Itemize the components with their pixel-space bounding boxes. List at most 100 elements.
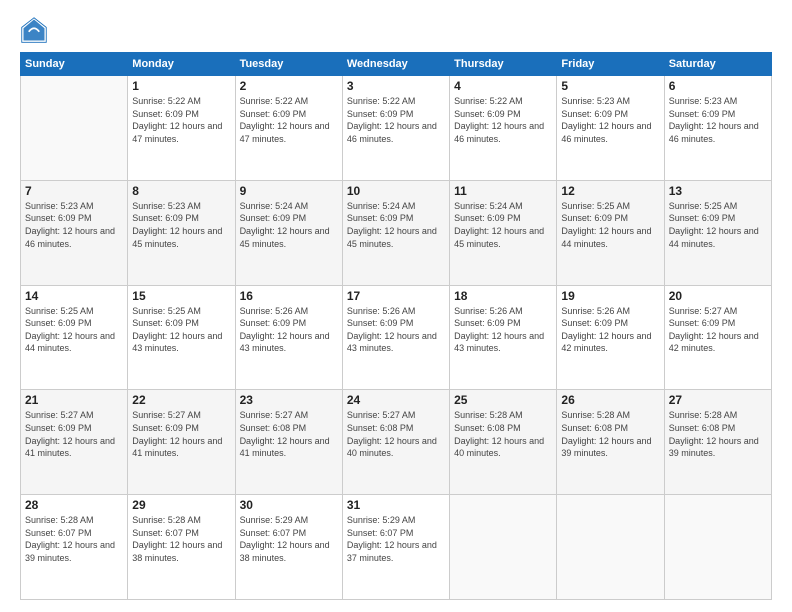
day-info: Sunrise: 5:29 AMSunset: 6:07 PMDaylight:…	[347, 514, 445, 564]
day-number: 10	[347, 184, 445, 198]
day-number: 24	[347, 393, 445, 407]
calendar-day-cell: 20Sunrise: 5:27 AMSunset: 6:09 PMDayligh…	[664, 285, 771, 390]
day-info: Sunrise: 5:23 AMSunset: 6:09 PMDaylight:…	[561, 95, 659, 145]
calendar-day-cell	[450, 495, 557, 600]
calendar-week-row: 7 Sunrise: 5:23 AMSunset: 6:09 PMDaylight…	[21, 180, 772, 285]
day-info: Sunrise: 5:25 AMSunset: 6:09 PMDaylight:…	[669, 200, 767, 250]
day-number: 1	[132, 79, 230, 93]
day-number: 15	[132, 289, 230, 303]
day-info: Sunrise: 5:27 AMSunset: 6:09 PMDaylight:…	[25, 409, 123, 459]
calendar-day-cell: 26 Sunrise: 5:28 AMSunset: 6:08 PMDayligh…	[557, 390, 664, 495]
calendar-day-cell: 24Sunrise: 5:27 AMSunset: 6:08 PMDayligh…	[342, 390, 449, 495]
day-info: Sunrise: 5:22 AMSunset: 6:09 PMDaylight:…	[240, 95, 338, 145]
weekday-header-monday: Monday	[128, 53, 235, 76]
day-info: Sunrise: 5:24 AMSunset: 6:09 PMDaylight:…	[454, 200, 552, 250]
calendar-day-cell: 21 Sunrise: 5:27 AMSunset: 6:09 PMDayligh…	[21, 390, 128, 495]
calendar-day-cell: 23 Sunrise: 5:27 AMSunset: 6:08 PMDayligh…	[235, 390, 342, 495]
day-number: 3	[347, 79, 445, 93]
day-info: Sunrise: 5:24 AMSunset: 6:09 PMDaylight:…	[347, 200, 445, 250]
page: SundayMondayTuesdayWednesdayThursdayFrid…	[0, 0, 792, 612]
calendar-day-cell: 13 Sunrise: 5:25 AMSunset: 6:09 PMDayligh…	[664, 180, 771, 285]
calendar-day-cell: 1Sunrise: 5:22 AMSunset: 6:09 PMDaylight…	[128, 76, 235, 181]
weekday-header-friday: Friday	[557, 53, 664, 76]
calendar-day-cell: 8Sunrise: 5:23 AMSunset: 6:09 PMDaylight…	[128, 180, 235, 285]
calendar-day-cell: 16Sunrise: 5:26 AMSunset: 6:09 PMDayligh…	[235, 285, 342, 390]
day-number: 18	[454, 289, 552, 303]
calendar-day-cell: 5 Sunrise: 5:23 AMSunset: 6:09 PMDaylight…	[557, 76, 664, 181]
day-info: Sunrise: 5:23 AMSunset: 6:09 PMDaylight:…	[132, 200, 230, 250]
day-info: Sunrise: 5:23 AMSunset: 6:09 PMDaylight:…	[25, 200, 123, 250]
day-info: Sunrise: 5:25 AMSunset: 6:09 PMDaylight:…	[132, 305, 230, 355]
calendar-day-cell	[21, 76, 128, 181]
day-info: Sunrise: 5:26 AMSunset: 6:09 PMDaylight:…	[347, 305, 445, 355]
weekday-header-row: SundayMondayTuesdayWednesdayThursdayFrid…	[21, 53, 772, 76]
calendar-day-cell: 27 Sunrise: 5:28 AMSunset: 6:08 PMDayligh…	[664, 390, 771, 495]
calendar-day-cell: 30 Sunrise: 5:29 AMSunset: 6:07 PMDayligh…	[235, 495, 342, 600]
calendar-day-cell: 4 Sunrise: 5:22 AMSunset: 6:09 PMDaylight…	[450, 76, 557, 181]
day-info: Sunrise: 5:23 AMSunset: 6:09 PMDaylight:…	[669, 95, 767, 145]
day-number: 22	[132, 393, 230, 407]
day-info: Sunrise: 5:28 AMSunset: 6:07 PMDaylight:…	[132, 514, 230, 564]
day-number: 30	[240, 498, 338, 512]
day-info: Sunrise: 5:29 AMSunset: 6:07 PMDaylight:…	[240, 514, 338, 564]
calendar-day-cell: 9 Sunrise: 5:24 AMSunset: 6:09 PMDaylight…	[235, 180, 342, 285]
day-info: Sunrise: 5:27 AMSunset: 6:08 PMDaylight:…	[240, 409, 338, 459]
day-number: 14	[25, 289, 123, 303]
calendar-day-cell	[557, 495, 664, 600]
calendar-day-cell: 14Sunrise: 5:25 AMSunset: 6:09 PMDayligh…	[21, 285, 128, 390]
day-number: 13	[669, 184, 767, 198]
calendar-day-cell: 11 Sunrise: 5:24 AMSunset: 6:09 PMDayligh…	[450, 180, 557, 285]
calendar-day-cell: 17 Sunrise: 5:26 AMSunset: 6:09 PMDayligh…	[342, 285, 449, 390]
calendar-day-cell: 2 Sunrise: 5:22 AMSunset: 6:09 PMDaylight…	[235, 76, 342, 181]
day-number: 7	[25, 184, 123, 198]
day-info: Sunrise: 5:28 AMSunset: 6:08 PMDaylight:…	[669, 409, 767, 459]
calendar-day-cell: 29 Sunrise: 5:28 AMSunset: 6:07 PMDayligh…	[128, 495, 235, 600]
day-number: 5	[561, 79, 659, 93]
calendar-week-row: 14 Sunrise: 5:25 AMSunset: 6:09 PMDayligh…	[21, 285, 772, 390]
day-number: 16	[240, 289, 338, 303]
calendar-day-cell: 28Sunrise: 5:28 AMSunset: 6:07 PMDayligh…	[21, 495, 128, 600]
day-info: Sunrise: 5:28 AMSunset: 6:08 PMDaylight:…	[561, 409, 659, 459]
day-number: 31	[347, 498, 445, 512]
weekday-header-saturday: Saturday	[664, 53, 771, 76]
day-number: 28	[25, 498, 123, 512]
day-number: 11	[454, 184, 552, 198]
day-number: 17	[347, 289, 445, 303]
day-number: 9	[240, 184, 338, 198]
day-info: Sunrise: 5:24 AMSunset: 6:09 PMDaylight:…	[240, 200, 338, 250]
day-number: 25	[454, 393, 552, 407]
logo-icon	[20, 16, 48, 44]
calendar-day-cell: 10 Sunrise: 5:24 AMSunset: 6:09 PMDayligh…	[342, 180, 449, 285]
day-number: 21	[25, 393, 123, 407]
calendar-week-row: 1 Sunrise: 5:22 AMSunset: 6:09 PMDaylight…	[21, 76, 772, 181]
day-number: 20	[669, 289, 767, 303]
day-number: 2	[240, 79, 338, 93]
day-info: Sunrise: 5:26 AMSunset: 6:09 PMDaylight:…	[561, 305, 659, 355]
day-number: 12	[561, 184, 659, 198]
calendar-day-cell: 22 Sunrise: 5:27 AMSunset: 6:09 PMDayligh…	[128, 390, 235, 495]
day-number: 4	[454, 79, 552, 93]
calendar-day-cell: 15 Sunrise: 5:25 AMSunset: 6:09 PMDayligh…	[128, 285, 235, 390]
calendar-week-row: 28 Sunrise: 5:28 AMSunset: 6:07 PMDayligh…	[21, 495, 772, 600]
day-info: Sunrise: 5:26 AMSunset: 6:09 PMDaylight:…	[454, 305, 552, 355]
calendar-day-cell: 25Sunrise: 5:28 AMSunset: 6:08 PMDayligh…	[450, 390, 557, 495]
calendar-day-cell: 7 Sunrise: 5:23 AMSunset: 6:09 PMDaylight…	[21, 180, 128, 285]
calendar-day-cell: 3 Sunrise: 5:22 AMSunset: 6:09 PMDaylight…	[342, 76, 449, 181]
calendar-day-cell: 31 Sunrise: 5:29 AMSunset: 6:07 PMDayligh…	[342, 495, 449, 600]
day-number: 23	[240, 393, 338, 407]
day-number: 27	[669, 393, 767, 407]
day-number: 19	[561, 289, 659, 303]
weekday-header-sunday: Sunday	[21, 53, 128, 76]
logo	[20, 16, 52, 44]
calendar-week-row: 21 Sunrise: 5:27 AMSunset: 6:09 PMDayligh…	[21, 390, 772, 495]
day-number: 6	[669, 79, 767, 93]
calendar-day-cell: 18 Sunrise: 5:26 AMSunset: 6:09 PMDayligh…	[450, 285, 557, 390]
day-info: Sunrise: 5:22 AMSunset: 6:09 PMDaylight:…	[347, 95, 445, 145]
day-info: Sunrise: 5:27 AMSunset: 6:09 PMDaylight:…	[132, 409, 230, 459]
day-info: Sunrise: 5:25 AMSunset: 6:09 PMDaylight:…	[561, 200, 659, 250]
calendar-day-cell: 19 Sunrise: 5:26 AMSunset: 6:09 PMDayligh…	[557, 285, 664, 390]
weekday-header-thursday: Thursday	[450, 53, 557, 76]
day-number: 29	[132, 498, 230, 512]
day-number: 26	[561, 393, 659, 407]
day-info: Sunrise: 5:22 AMSunset: 6:09 PMDaylight:…	[454, 95, 552, 145]
